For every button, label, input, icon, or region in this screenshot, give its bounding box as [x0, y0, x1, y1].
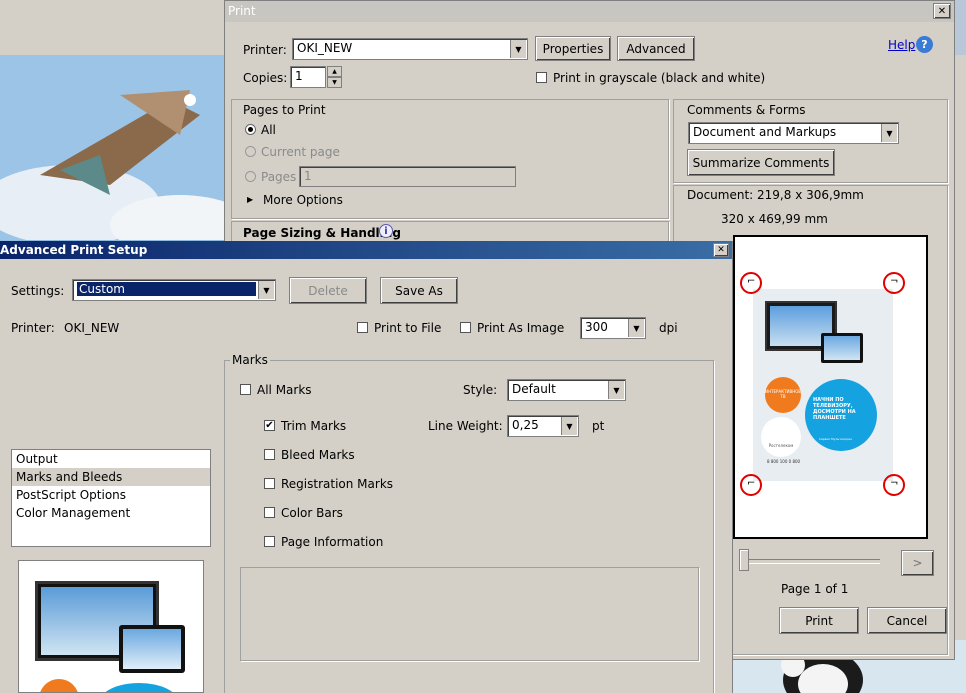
chevron-down-icon: ▼: [561, 417, 577, 435]
print-dialog-titlebar: Print: [225, 1, 954, 22]
page-sizing-title: Page Sizing & Handling: [243, 226, 401, 240]
line-weight-label: Line Weight:: [428, 419, 503, 433]
bleed-marks-label: Bleed Marks: [281, 448, 355, 462]
style-select[interactable]: Default ▼: [507, 379, 626, 401]
advanced-dialog-titlebar: Advanced Print Setup: [0, 241, 732, 259]
page-indicator: Page 1 of 1: [781, 582, 849, 596]
radio-current-page[interactable]: [245, 146, 256, 157]
settings-select[interactable]: Custom ▼: [72, 279, 276, 301]
poster-tablet-image: [821, 333, 863, 363]
trim-marks-checkbox[interactable]: ✔: [264, 420, 275, 431]
grayscale-checkbox[interactable]: [536, 72, 547, 83]
color-bars-checkbox[interactable]: [264, 507, 275, 518]
advanced-preview-thumbnail: [18, 560, 204, 693]
radio-all-label: All: [261, 123, 276, 137]
page-slider-track[interactable]: [741, 559, 880, 564]
printer-label: Printer:: [243, 43, 287, 57]
color-bars-label: Color Bars: [281, 506, 343, 520]
poster-badge: ИНТЕРАКТИВНОЕ ТВ: [765, 377, 801, 413]
line-weight-select[interactable]: 0,25 ▼: [507, 415, 579, 437]
help-link[interactable]: Help: [888, 38, 915, 52]
summarize-comments-button[interactable]: Summarize Comments: [687, 149, 835, 176]
poster-brand: Ростелеком: [761, 417, 801, 457]
copies-stepper-up[interactable]: ▲: [327, 66, 342, 77]
registration-marks-label: Registration Marks: [281, 477, 394, 491]
delete-button[interactable]: Delete: [289, 277, 367, 304]
copies-stepper-down[interactable]: ▼: [327, 77, 342, 88]
radio-pages-label: Pages: [261, 170, 297, 184]
marks-description-box: [240, 567, 699, 661]
print-close-button[interactable]: ✕: [933, 3, 951, 19]
advanced-printer-value: OKI_NEW: [64, 321, 120, 335]
marks-group-title: Marks: [230, 353, 270, 367]
bleed-marks-checkbox[interactable]: [264, 449, 275, 460]
copies-label: Copies:: [243, 71, 288, 85]
radio-current-page-label: Current page: [261, 145, 340, 159]
chevron-down-icon: ▼: [628, 319, 644, 337]
print-to-file-checkbox[interactable]: [357, 322, 368, 333]
chevron-down-icon: ▼: [881, 124, 897, 142]
settings-label: Settings:: [11, 284, 65, 298]
pages-to-print-title: Pages to Print: [243, 103, 326, 117]
advanced-dialog-title: Advanced Print Setup: [0, 243, 148, 257]
category-item-marks-and-bleeds[interactable]: Marks and Bleeds: [12, 468, 210, 486]
print-button[interactable]: Print: [779, 607, 859, 634]
preview-size: 320 x 469,99 mm: [721, 212, 828, 226]
print-as-image-checkbox[interactable]: [460, 322, 471, 333]
printer-select[interactable]: OKI_NEW ▼: [292, 38, 528, 60]
poster-phone: 8 800 100 0 800: [767, 459, 801, 464]
cancel-button[interactable]: Cancel: [867, 607, 947, 634]
more-options-toggle[interactable]: More Options: [263, 193, 343, 207]
print-to-file-label: Print to File: [374, 321, 442, 335]
dpi-select[interactable]: 300 ▼: [580, 317, 646, 339]
page-information-checkbox[interactable]: [264, 536, 275, 547]
advanced-button[interactable]: Advanced: [617, 36, 695, 61]
radio-all[interactable]: [245, 124, 256, 135]
save-as-button[interactable]: Save As: [380, 277, 458, 304]
trim-marks-label: Trim Marks: [281, 419, 347, 433]
style-label: Style:: [463, 383, 498, 397]
bird-illustration: [0, 55, 224, 240]
category-item-postscript-options[interactable]: PostScript Options: [12, 486, 210, 504]
page-slider-thumb[interactable]: [739, 549, 749, 571]
print-as-image-label: Print As Image: [477, 321, 565, 335]
grayscale-label: Print in grayscale (black and white): [553, 71, 766, 85]
trim-mark-bottom-right: ¬: [883, 474, 905, 496]
registration-marks-checkbox[interactable]: [264, 478, 275, 489]
background-left-strip: [0, 0, 224, 55]
next-page-button[interactable]: >: [901, 550, 934, 576]
trim-mark-top-right: ¬: [883, 272, 905, 294]
line-weight-unit: pt: [592, 419, 605, 433]
poster-service: Сервис Мультискрин: [819, 437, 853, 441]
info-icon[interactable]: i: [379, 224, 393, 238]
properties-button[interactable]: Properties: [535, 36, 611, 61]
category-list: Output Marks and Bleeds PostScript Optio…: [11, 449, 211, 547]
dpi-unit: dpi: [659, 321, 678, 335]
page-information-label: Page Information: [281, 535, 384, 549]
trim-mark-top-left: ⌐: [740, 272, 762, 294]
help-icon[interactable]: ?: [916, 36, 933, 53]
category-item-color-management[interactable]: Color Management: [12, 504, 210, 522]
advanced-close-button[interactable]: ✕: [713, 243, 729, 257]
category-item-output[interactable]: Output: [12, 450, 210, 468]
radio-pages[interactable]: [245, 171, 256, 182]
comments-forms-select[interactable]: Document and Markups ▼: [688, 122, 899, 144]
trim-mark-bottom-left: ⌐: [740, 474, 762, 496]
all-marks-label: All Marks: [257, 383, 312, 397]
all-marks-checkbox[interactable]: [240, 384, 251, 395]
triangle-right-icon: ▶: [247, 195, 254, 204]
advanced-printer-label: Printer:: [11, 321, 55, 335]
preview-poster: ИНТЕРАКТИВНОЕ ТВ НАЧНИ ПО ТЕЛЕВИЗОРУ, ДО…: [753, 289, 893, 481]
chevron-down-icon: ▼: [258, 281, 274, 299]
pages-range-input[interactable]: 1: [299, 166, 516, 187]
copies-input[interactable]: 1: [290, 66, 326, 88]
chevron-down-icon: ▼: [510, 40, 526, 58]
document-size: Document: 219,8 x 306,9mm: [687, 188, 864, 202]
chevron-down-icon: ▼: [608, 381, 624, 399]
print-dialog-title: Print: [228, 4, 256, 18]
comments-forms-title: Comments & Forms: [687, 103, 806, 117]
